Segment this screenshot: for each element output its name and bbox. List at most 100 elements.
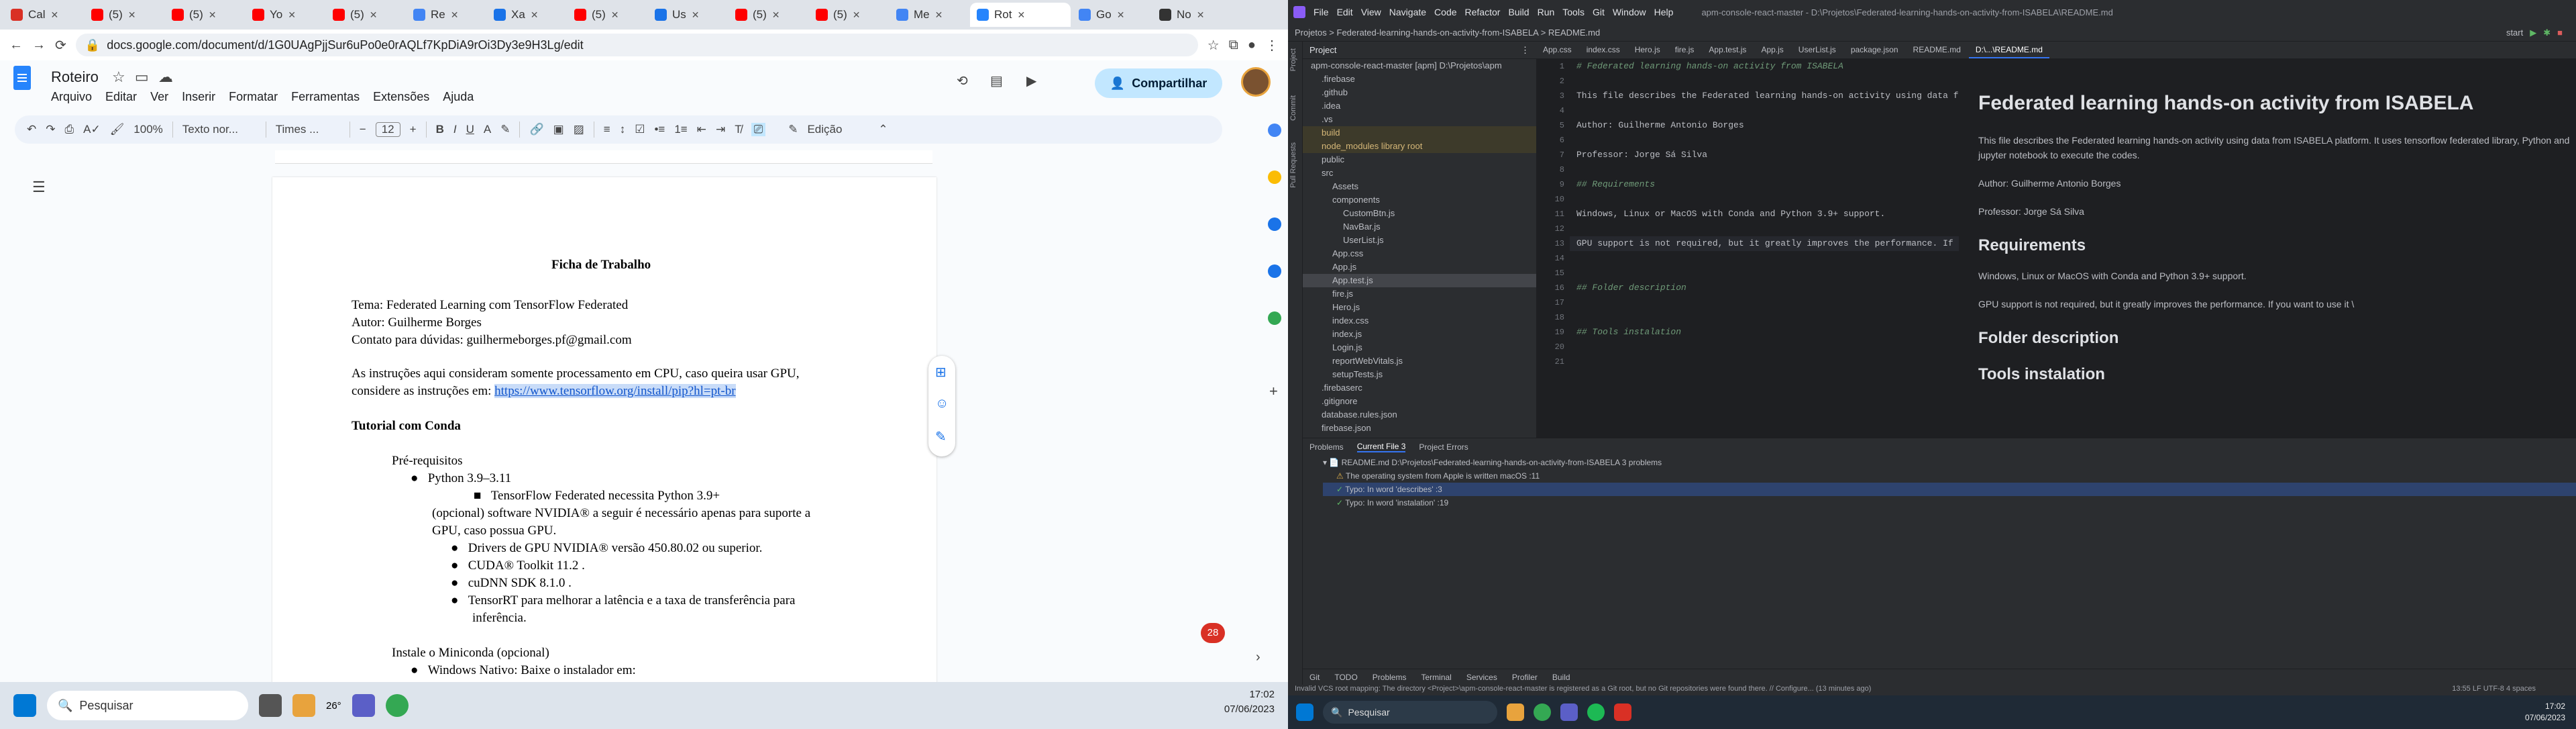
font-select[interactable]: Times ... bbox=[276, 123, 340, 136]
ide-menu-item[interactable]: Help bbox=[1654, 7, 1674, 17]
tree-node[interactable]: apm-console-react-master [apm] D:\Projet… bbox=[1303, 59, 1536, 72]
italic-icon[interactable]: I bbox=[453, 123, 457, 136]
intellij-icon[interactable] bbox=[1614, 703, 1631, 721]
spotify-icon[interactable] bbox=[1587, 703, 1605, 721]
highlight-mode-icon[interactable]: ⎚ bbox=[751, 123, 766, 136]
code-line[interactable]: # Federated learning hands-on activity f… bbox=[1570, 59, 1959, 74]
tool-window-tab[interactable]: Git bbox=[1309, 673, 1320, 682]
chrome-icon[interactable] bbox=[1534, 703, 1551, 721]
menu-item[interactable]: Formatar bbox=[229, 90, 278, 104]
editor-tab[interactable]: fire.js bbox=[1668, 42, 1701, 58]
tree-node[interactable]: Login.js bbox=[1303, 341, 1536, 354]
code-line[interactable]: GPU support is not required, but it grea… bbox=[1570, 236, 1959, 251]
close-icon[interactable]: ✕ bbox=[370, 9, 378, 21]
problem-item[interactable]: ⚠ The operating system from Apple is wri… bbox=[1323, 469, 2576, 483]
code-line[interactable] bbox=[1570, 354, 1959, 369]
code-line[interactable] bbox=[1570, 222, 1959, 236]
print-icon[interactable]: ⎙ bbox=[65, 123, 74, 136]
chrome-icon[interactable] bbox=[385, 694, 409, 717]
add-comment-icon[interactable]: ⊞ bbox=[935, 364, 947, 381]
tree-node[interactable]: database.rules.json bbox=[1303, 408, 1536, 422]
bullet-list-icon[interactable]: •≡ bbox=[654, 123, 665, 136]
ide-menu-item[interactable]: Tools bbox=[1562, 7, 1585, 17]
menu-item[interactable]: Editar bbox=[105, 90, 137, 104]
breadcrumb[interactable]: Projetos > Federated-learning-hands-on-a… bbox=[1295, 28, 1600, 38]
browser-tab[interactable]: No ✕ bbox=[1152, 3, 1232, 27]
underline-icon[interactable]: U bbox=[466, 123, 474, 136]
browser-tab[interactable]: Go ✕ bbox=[1072, 3, 1151, 27]
close-icon[interactable]: ✕ bbox=[853, 9, 861, 21]
tree-node[interactable]: node_modules library root bbox=[1303, 140, 1536, 153]
menu-item[interactable]: Inserir bbox=[182, 90, 215, 104]
code-line[interactable] bbox=[1570, 192, 1959, 207]
ide-menu-item[interactable]: View bbox=[1361, 7, 1381, 17]
explorer-icon[interactable] bbox=[1507, 703, 1524, 721]
close-icon[interactable]: ✕ bbox=[772, 9, 780, 21]
clear-format-icon[interactable]: T̸ bbox=[735, 123, 741, 136]
avatar[interactable] bbox=[1241, 67, 1271, 97]
editor-tab[interactable]: App.css bbox=[1536, 42, 1578, 58]
ide-menu-item[interactable]: Refactor bbox=[1465, 7, 1501, 17]
browser-tab[interactable]: Yo ✕ bbox=[246, 3, 325, 27]
tree-node[interactable]: reportWebVitals.js bbox=[1303, 354, 1536, 368]
code-line[interactable] bbox=[1570, 74, 1959, 89]
problem-item[interactable]: ✓ Typo: In word 'describes' :3 bbox=[1323, 483, 2576, 496]
editor-tab[interactable]: README.md bbox=[1907, 42, 1968, 58]
extensions-icon[interactable]: ⧉ bbox=[1229, 38, 1238, 53]
close-icon[interactable]: ✕ bbox=[288, 9, 296, 21]
tree-node[interactable]: App.js bbox=[1303, 260, 1536, 274]
tree-node[interactable]: .gitignore bbox=[1303, 395, 1536, 408]
meet-icon[interactable]: ▶ bbox=[1026, 72, 1036, 89]
tool-window-tab[interactable]: TODO bbox=[1334, 673, 1357, 682]
browser-tab[interactable]: Re ✕ bbox=[407, 3, 486, 27]
editor-tab[interactable]: package.json bbox=[1844, 42, 1905, 58]
browser-tab[interactable]: (5) ✕ bbox=[568, 3, 647, 27]
tree-node[interactable]: App.test.js bbox=[1303, 274, 1536, 287]
increase-size-icon[interactable]: + bbox=[410, 123, 417, 136]
close-icon[interactable]: ✕ bbox=[128, 9, 136, 21]
browser-tab[interactable]: Rot ✕ bbox=[970, 3, 1071, 27]
zoom-select[interactable]: 100% bbox=[133, 123, 162, 136]
code-line[interactable] bbox=[1570, 133, 1959, 148]
comments-icon[interactable]: ▤ bbox=[990, 72, 1003, 89]
keep-icon[interactable] bbox=[1268, 171, 1281, 184]
close-icon[interactable]: ✕ bbox=[1017, 9, 1025, 21]
browser-tab[interactable]: Xa ✕ bbox=[487, 3, 566, 27]
tree-node[interactable]: CustomBtn.js bbox=[1303, 207, 1536, 220]
code-line[interactable]: ## Tools instalation bbox=[1570, 325, 1959, 340]
ide-menu-item[interactable]: Git bbox=[1593, 7, 1605, 17]
run-config-select[interactable]: start bbox=[2506, 28, 2523, 38]
pane-options-icon[interactable]: ⋮ bbox=[1521, 45, 1529, 56]
browser-tab[interactable]: Us ✕ bbox=[648, 3, 727, 27]
close-icon[interactable]: ✕ bbox=[451, 9, 459, 21]
code-line[interactable] bbox=[1570, 103, 1959, 118]
close-icon[interactable]: ✕ bbox=[531, 9, 539, 21]
decrease-size-icon[interactable]: − bbox=[360, 123, 366, 136]
image-icon[interactable]: ▨ bbox=[574, 123, 584, 136]
editor-tab[interactable]: App.test.js bbox=[1702, 42, 1753, 58]
spellcheck-icon[interactable]: A✓ bbox=[83, 123, 101, 136]
tree-node[interactable]: public bbox=[1303, 153, 1536, 166]
doc-link[interactable]: https://www.tensorflow.org/install/pip?h… bbox=[494, 384, 736, 398]
menu-item[interactable]: Ferramentas bbox=[291, 90, 360, 104]
close-icon[interactable]: ✕ bbox=[611, 9, 619, 21]
back-icon[interactable]: ← bbox=[9, 38, 23, 53]
undo-icon[interactable]: ↶ bbox=[27, 123, 36, 136]
close-icon[interactable]: ✕ bbox=[1117, 9, 1125, 21]
bold-icon[interactable]: B bbox=[436, 123, 444, 136]
style-select[interactable]: Texto nor... bbox=[182, 123, 256, 136]
tasks-icon[interactable] bbox=[1268, 217, 1281, 231]
document-title[interactable]: Roteiro ☆ ▭ ☁ bbox=[51, 68, 173, 86]
tree-node[interactable]: .firebaserc bbox=[1303, 381, 1536, 395]
teams-icon[interactable] bbox=[352, 694, 375, 717]
tool-window-tab[interactable]: Terminal bbox=[1421, 673, 1451, 682]
ide-menu-item[interactable]: Window bbox=[1613, 7, 1646, 17]
cloud-status-icon[interactable]: ☁ bbox=[158, 68, 173, 85]
star-icon[interactable]: ☆ bbox=[112, 68, 125, 85]
code-line[interactable]: Author: Guilherme Antonio Borges bbox=[1570, 118, 1959, 133]
align-icon[interactable]: ≡ bbox=[604, 123, 610, 136]
close-icon[interactable]: ✕ bbox=[692, 9, 700, 21]
code-line[interactable] bbox=[1570, 295, 1959, 310]
share-button[interactable]: 👤 Compartilhar bbox=[1095, 68, 1222, 98]
text-color-icon[interactable]: A bbox=[484, 123, 491, 136]
